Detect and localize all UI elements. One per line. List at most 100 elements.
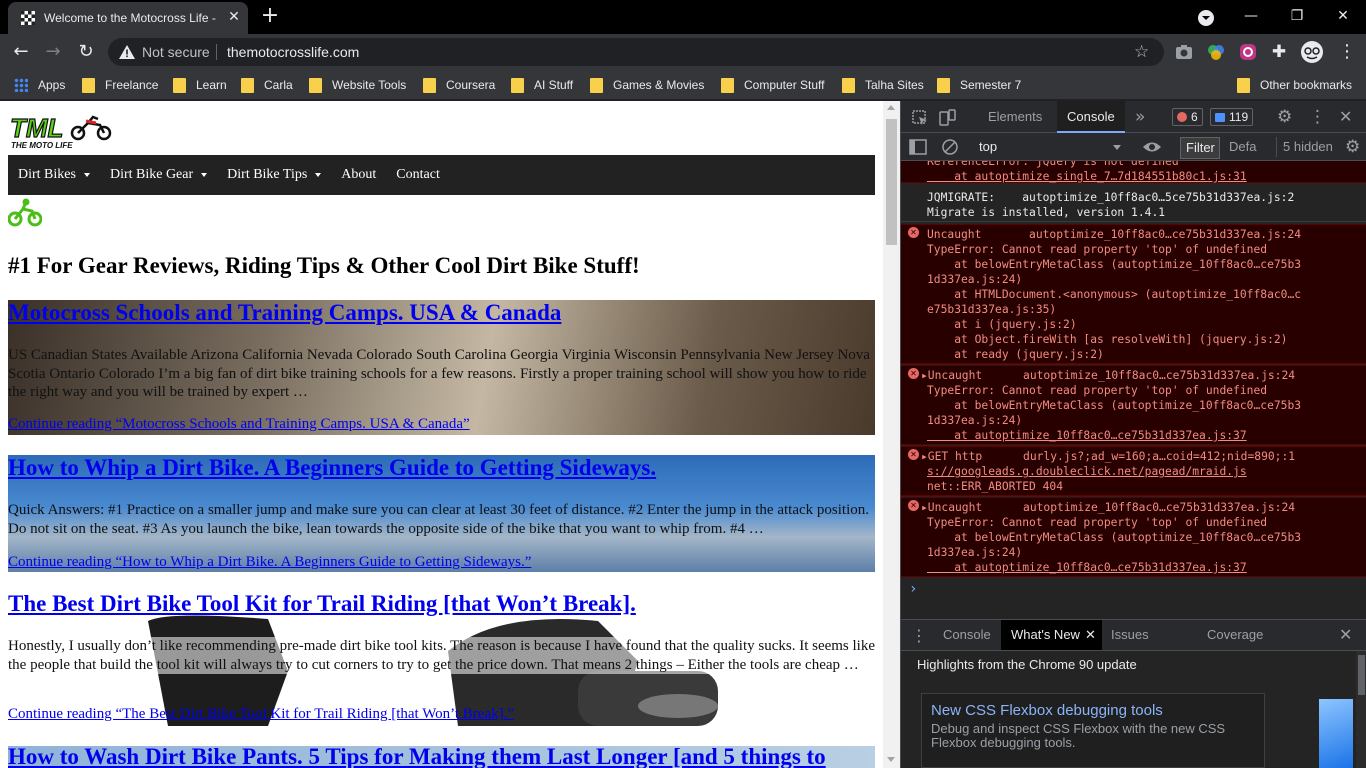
bookmark-learn[interactable]: Learn [173,75,227,95]
bookmark-freelance[interactable]: Freelance [82,75,158,95]
drawer-menu-icon[interactable]: ⋮ [911,627,927,645]
post-card[interactable]: Motocross Schools and Training Camps. US… [8,300,875,435]
devtools-menu-icon[interactable]: ⋮ [1309,108,1326,126]
error-count-badge[interactable]: 6 [1172,108,1203,126]
error-x-icon: ✕ [908,227,919,238]
forward-button[interactable]: → [40,40,66,66]
feature-card[interactable]: New CSS Flexbox debugging tools Debug an… [921,693,1265,768]
bookmark-computer-stuff[interactable]: Computer Stuff [721,75,824,95]
drawer-tab-issues[interactable]: Issues [1101,620,1159,650]
error-x-icon: ✕ [908,449,919,460]
profile-avatar[interactable] [1300,40,1324,64]
console-output: ReferenceError: jQuery is not defined at… [901,161,1366,619]
post-title-link[interactable]: Motocross Schools and Training Camps. US… [8,300,561,326]
feature-card-title[interactable]: New CSS Flexbox debugging tools [931,702,1163,719]
live-expression-eye-icon[interactable] [1142,139,1162,155]
post-title-link[interactable]: How to Whip a Dirt Bike. A Beginners Gui… [8,455,656,481]
post-title-link[interactable]: How to Wash Dirt Bike Pants. 5 Tips for … [8,746,826,768]
address-bar[interactable]: Not secure themotocrosslife.com ☆ [108,38,1164,66]
checkered-flag-icon [21,11,35,25]
new-tab-button[interactable]: + [256,4,284,30]
console-message[interactable]: ✕ ▸Uncaught autoptimize_10ff8ac0…ce75b31… [901,365,1366,445]
page-scrollbar[interactable] [883,101,900,768]
bookmark-carla[interactable]: Carla [241,75,293,95]
scroll-thumb[interactable] [1358,655,1365,695]
drawer-scrollbar[interactable] [1356,651,1366,768]
continue-reading-link[interactable]: Continue reading “Motocross Schools and … [8,416,470,433]
log-levels-dropdown[interactable]: Defa [1229,137,1256,157]
error-icon [1177,112,1187,122]
close-drawer-icon[interactable]: ✕ [1339,626,1352,644]
post-card[interactable]: How to Wash Dirt Bike Pants. 5 Tips for … [8,746,875,768]
scroll-down-arrow-icon[interactable] [887,757,895,762]
drawer-tab-coverage[interactable]: Coverage [1197,620,1273,650]
security-label[interactable]: Not secure [142,43,210,61]
post-title-link[interactable]: The Best Dirt Bike Tool Kit for Trail Ri… [8,591,636,617]
browser-tab[interactable]: Welcome to the Motocross Life - ✕ [8,2,248,34]
close-tab-icon[interactable]: ✕ [226,9,242,25]
console-message[interactable]: ReferenceError: jQuery is not defined at… [901,161,1366,183]
bookmark-games-movies[interactable]: Games & Movies [590,75,704,95]
nav-dirt-bikes[interactable]: Dirt Bikes [8,167,100,183]
filter-input[interactable]: Filter [1180,137,1220,159]
close-devtools-icon[interactable]: ✕ [1339,108,1352,126]
minimize-button[interactable]: — [1228,0,1274,32]
folder-icon [1237,77,1250,93]
context-selector[interactable]: top [977,137,1122,157]
site-logo[interactable]: TML THE MOTO LIFE [8,111,112,151]
chrome-menu-icon[interactable]: ⋮ [1334,40,1360,66]
color-extension-icon[interactable] [1206,43,1226,61]
nav-dirt-bike-gear[interactable]: Dirt Bike Gear [100,167,217,183]
tab-console[interactable]: Console [1057,101,1125,133]
scroll-up-arrow-icon[interactable] [887,105,895,110]
apps-grid-icon [14,78,28,92]
nav-dirt-bike-tips[interactable]: Dirt Bike Tips [217,167,331,183]
clear-console-icon[interactable] [941,138,959,156]
highlights-heading: Highlights from the Chrome 90 update [917,657,1137,672]
console-message[interactable]: ✕ ▸Uncaught autoptimize_10ff8ac0…ce75b31… [901,497,1366,577]
reload-button[interactable]: ↻ [73,40,99,66]
console-message[interactable]: JQMIGRATE: autoptimize_10ff8ac0…5ce75b31… [901,188,1366,222]
folder-icon [309,77,322,93]
instagram-extension-icon[interactable] [1238,42,1258,62]
settings-gear-icon[interactable]: ⚙ [1277,108,1292,126]
close-tab-icon[interactable]: ✕ [1085,620,1096,650]
tab-search-icon[interactable] [1196,8,1216,28]
back-button[interactable]: ← [8,40,34,66]
inspect-element-icon[interactable] [911,109,929,127]
folder-icon [82,77,95,93]
nav-contact[interactable]: Contact [386,167,450,183]
bookmark-apps[interactable]: Apps [14,75,65,95]
maximize-button[interactable]: ❐ [1274,0,1320,32]
tab-elements[interactable]: Elements [978,101,1052,133]
drawer-tab-whats-new[interactable]: What's New ✕ [1001,620,1102,650]
extensions-puzzle-icon[interactable]: ✚ [1266,40,1292,66]
continue-reading-link[interactable]: Continue reading “How to Whip a Dirt Bik… [8,554,531,571]
chevron-down-icon [1113,145,1121,150]
bookmark-star-icon[interactable]: ☆ [1134,41,1149,63]
post-card[interactable]: The Best Dirt Bike Tool Kit for Trail Ri… [8,591,875,726]
device-toolbar-icon[interactable] [939,109,957,127]
nav-about[interactable]: About [331,167,386,183]
bookmark-ai-stuff[interactable]: AI Stuff [511,75,573,95]
scroll-thumb[interactable] [886,119,897,245]
more-tabs-chevron-icon[interactable]: » [1135,108,1145,126]
console-settings-gear-icon[interactable]: ⚙ [1345,138,1360,156]
whats-new-panel: Highlights from the Chrome 90 update New… [901,651,1366,768]
message-count-badge[interactable]: 119 [1210,108,1254,126]
console-prompt[interactable]: › [909,581,917,597]
console-message[interactable]: ✕ Uncaught autoptimize_10ff8ac0…ce75b31d… [901,224,1366,364]
bookmark-other[interactable]: Other bookmarks [1237,75,1352,95]
bookmark-coursera[interactable]: Coursera [423,75,495,95]
post-card[interactable]: How to Whip a Dirt Bike. A Beginners Gui… [8,455,875,572]
url-text[interactable]: themotocrosslife.com [227,43,359,61]
drawer-tab-console[interactable]: Console [933,620,1001,650]
show-sidebar-icon[interactable] [909,138,927,156]
close-window-button[interactable]: ✕ [1320,0,1366,32]
bookmark-website-tools[interactable]: Website Tools [309,75,406,95]
camera-extension-icon[interactable] [1174,43,1194,61]
bookmark-talha-sites[interactable]: Talha Sites [842,75,924,95]
bookmark-semester-7[interactable]: Semester 7 [937,75,1021,95]
continue-reading-link[interactable]: Continue reading “The Best Dirt Bike Too… [8,706,514,723]
console-message[interactable]: ✕ ▸GET http durly.js?;ad_w=160;a…coid=41… [901,446,1366,496]
